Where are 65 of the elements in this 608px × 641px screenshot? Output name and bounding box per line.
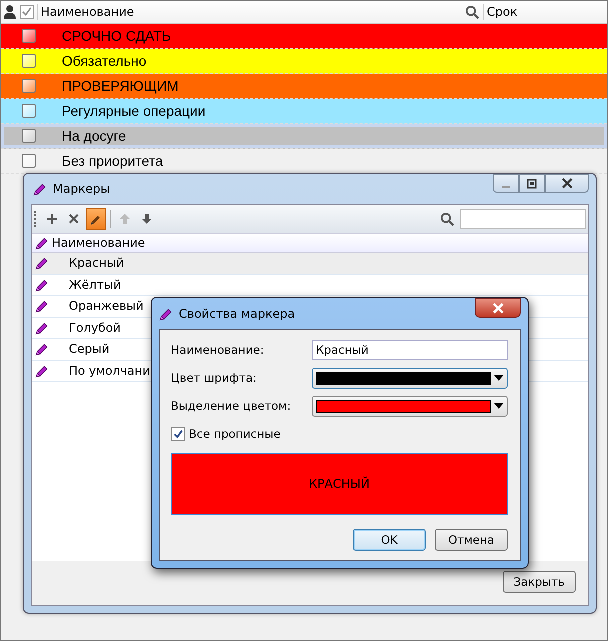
search-icon [465,4,480,20]
close-icon [562,178,572,189]
maximize-icon [527,178,537,188]
caret-icon [494,375,504,381]
task-name: Обязательно [62,53,147,69]
task-name: СРОЧНО СДАТЬ [62,28,172,44]
marker-icon [33,182,47,196]
down-arrow-icon [141,213,153,225]
close-button[interactable] [475,298,521,318]
font-color-dropdown[interactable] [312,368,508,388]
column-header[interactable]: Срок [487,5,607,19]
column-header[interactable]: Наименование [41,5,462,19]
checkbox-icon [20,5,34,19]
minimize-icon [502,186,510,188]
marker-icon [35,236,49,250]
close-button[interactable] [545,174,589,193]
table-row[interactable]: На досуге [1,124,607,149]
dialog-button[interactable]: Отмена [435,529,508,551]
preview-text: КРАСНЫЙ [309,477,370,491]
field-label: Выделение цветом: [171,399,292,413]
pencil-icon [90,213,102,225]
marker-icon [35,342,49,356]
table-row[interactable]: Регулярные операции [1,99,607,124]
checkbox[interactable] [22,54,36,68]
cross-icon [68,213,80,225]
marker-icon [35,364,49,378]
dialog-title: Свойства маркера [179,306,296,320]
checkbox[interactable] [22,29,36,43]
list-item[interactable]: Красный [32,253,588,274]
window-title: Маркеры [53,182,112,196]
marker-icon [35,278,49,292]
field-label: Наименование: [171,343,266,357]
user-icon [3,4,17,20]
up-arrow-icon [119,213,131,225]
list-item[interactable]: Жёлтый [32,274,588,296]
checkbox[interactable] [22,104,36,118]
field-label: Цвет шрифта: [171,371,258,385]
marker-icon [35,299,49,314]
close-button[interactable]: Закрыть [502,571,576,593]
dialog-button[interactable]: OK [353,529,426,551]
marker-icon [159,306,173,320]
search-icon [440,212,455,226]
close-icon [492,302,504,314]
table-row[interactable]: СРОЧНО СДАТЬ [1,24,607,49]
task-name: На досуге [62,128,126,144]
checkbox[interactable] [22,129,36,143]
column-header[interactable]: Наименование [52,236,146,250]
name-field[interactable]: Красный [312,340,508,360]
task-name: ПРОВЕРЯЮЩИМ [62,78,179,94]
highlight-color-dropdown[interactable] [312,396,508,416]
search-field[interactable] [460,209,586,229]
edit-button[interactable] [86,208,106,230]
plus-icon [46,213,58,225]
checkbox[interactable] [22,79,36,93]
caret-icon [494,403,504,409]
marker-icon [35,320,49,335]
table-row[interactable]: ПРОВЕРЯЮЩИМ [1,74,607,99]
table-row[interactable]: Обязательно [1,49,607,74]
checkbox-label: Все прописные [189,427,281,441]
marker-icon [35,256,49,270]
task-name: Без приоритета [62,153,164,169]
checkbox[interactable] [22,154,36,168]
checkbox[interactable] [171,427,185,441]
task-name: Регулярные операции [62,103,206,119]
maximize-button[interactable] [519,174,545,193]
